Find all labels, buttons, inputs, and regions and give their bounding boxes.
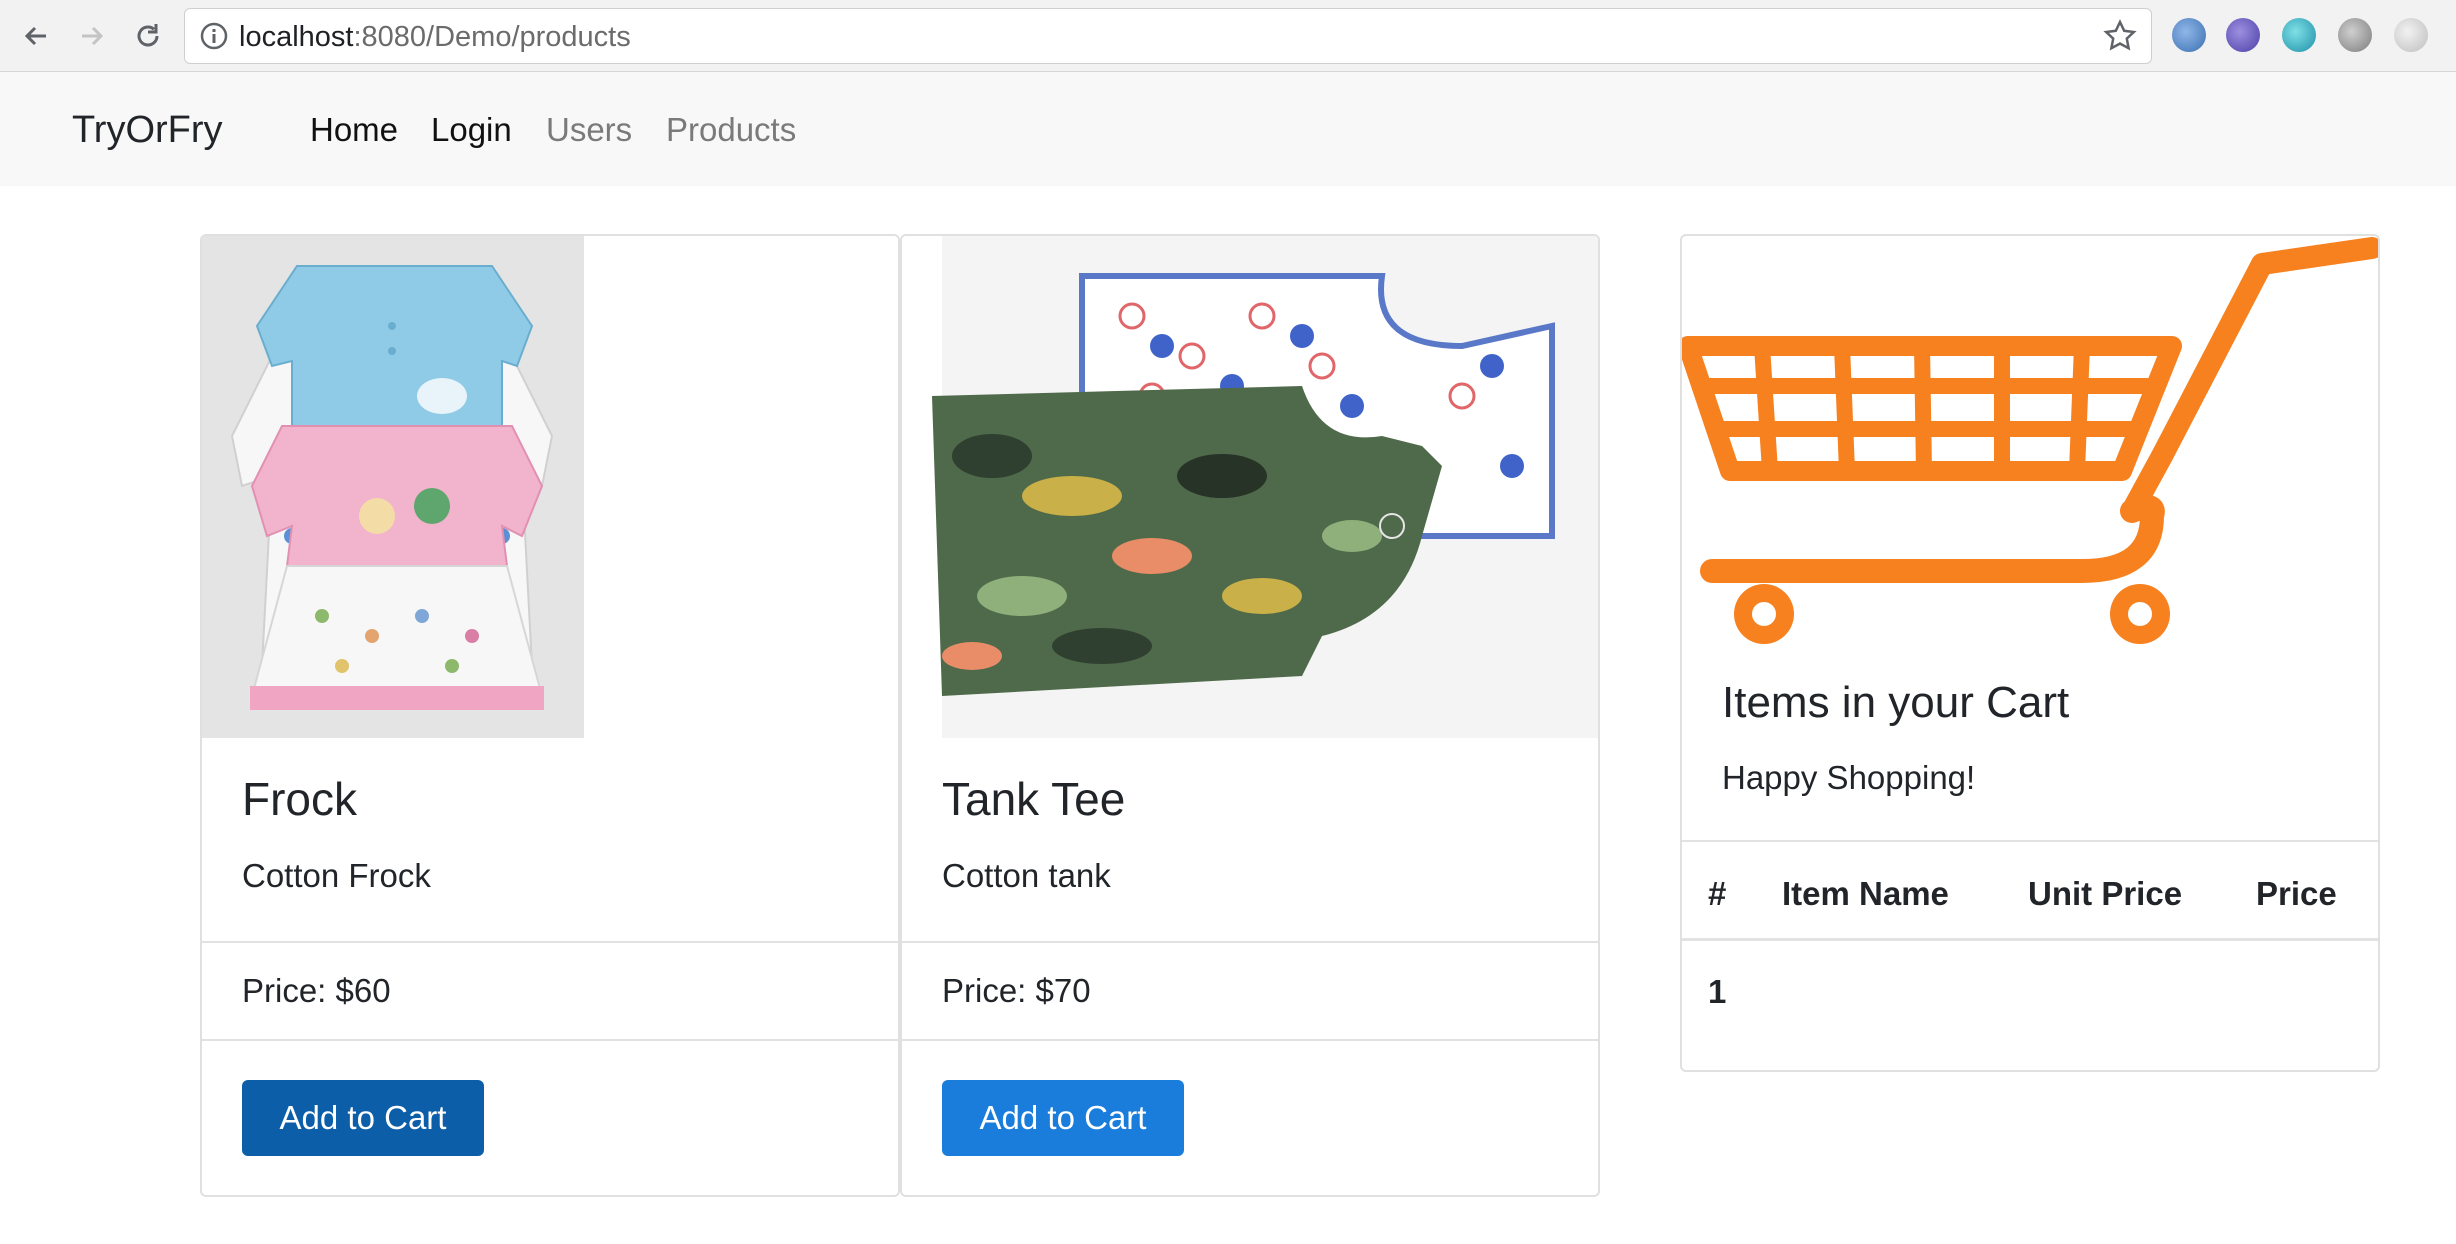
table-header-item-name: Item Name bbox=[1782, 875, 1949, 912]
extension-globe-icon[interactable] bbox=[2172, 18, 2206, 52]
product-title: Frock bbox=[242, 773, 357, 825]
nav-link-users[interactable]: Users bbox=[546, 110, 632, 150]
divider bbox=[1682, 840, 2378, 842]
add-to-cart-button[interactable]: Add to Cart bbox=[242, 1080, 484, 1156]
product-description: Cotton tank bbox=[942, 857, 1111, 894]
table-header-number: # bbox=[1708, 875, 1727, 912]
site-navbar: TryOrFry Home Login Users Products bbox=[0, 72, 2456, 186]
product-card: Frock Cotton Frock Price: $60 Add to Car… bbox=[200, 234, 900, 1197]
table-cell-number: 1 bbox=[1708, 973, 1727, 1010]
extension-film-icon[interactable] bbox=[2338, 18, 2372, 52]
add-to-cart-button[interactable]: Add to Cart bbox=[942, 1080, 1184, 1156]
info-icon[interactable] bbox=[199, 21, 229, 51]
cart-card: Items in your Cart Happy Shopping! # Ite… bbox=[1680, 234, 2380, 1072]
extension-purple-icon[interactable] bbox=[2226, 18, 2260, 52]
product-image-tank-tee[interactable] bbox=[902, 236, 1600, 738]
back-arrow-icon[interactable] bbox=[16, 16, 56, 56]
address-bar[interactable]: localhost:8080/Demo/products bbox=[184, 8, 2152, 64]
table-header-price: Price bbox=[2256, 875, 2337, 912]
product-image-frock[interactable] bbox=[202, 236, 584, 738]
nav-link-login[interactable]: Login bbox=[431, 110, 512, 150]
forward-arrow-icon[interactable] bbox=[72, 16, 112, 56]
product-description: Cotton Frock bbox=[242, 857, 431, 894]
product-price: Price: $70 bbox=[942, 972, 1091, 1009]
nav-link-products[interactable]: Products bbox=[666, 110, 796, 150]
divider bbox=[202, 941, 898, 943]
product-title: Tank Tee bbox=[942, 773, 1126, 825]
divider bbox=[902, 1039, 1598, 1041]
cart-title: Items in your Cart bbox=[1722, 678, 2070, 727]
divider bbox=[202, 1039, 898, 1041]
nav-link-home[interactable]: Home bbox=[310, 110, 398, 150]
shopping-cart-icon bbox=[1682, 237, 2378, 644]
divider bbox=[902, 941, 1598, 943]
product-price: Price: $60 bbox=[242, 972, 391, 1009]
divider bbox=[1682, 938, 2378, 941]
extension-gray-icon[interactable] bbox=[2394, 18, 2428, 52]
product-card: Tank Tee Cotton tank Price: $70 Add to C… bbox=[900, 234, 1600, 1197]
cart-subtitle: Happy Shopping! bbox=[1722, 759, 1976, 796]
table-header-unit-price: Unit Price bbox=[2028, 875, 2183, 912]
browser-toolbar: localhost:8080/Demo/products bbox=[0, 0, 2456, 72]
bookmark-star-icon[interactable] bbox=[2103, 19, 2137, 53]
reload-icon[interactable] bbox=[128, 16, 168, 56]
navbar-brand[interactable]: TryOrFry bbox=[72, 108, 223, 152]
url-text: localhost:8080/Demo/products bbox=[239, 21, 631, 53]
extension-teal-icon[interactable] bbox=[2282, 18, 2316, 52]
